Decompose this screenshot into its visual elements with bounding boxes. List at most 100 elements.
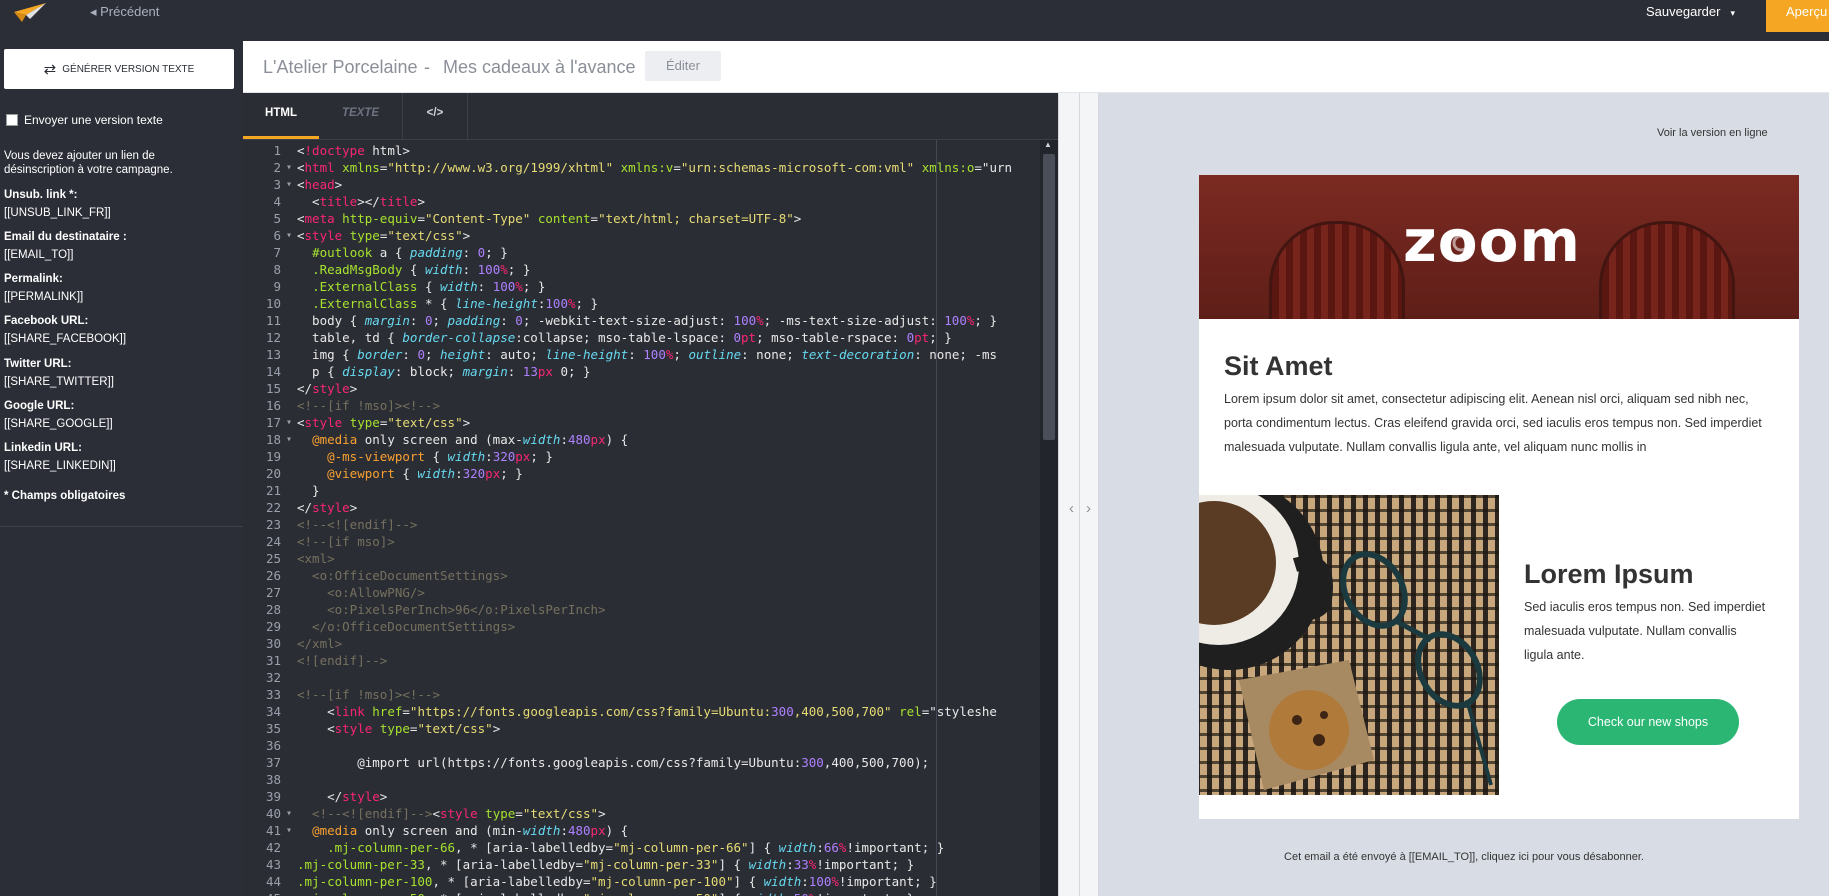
code-line[interactable]: .mj-column-per-100, * [aria-labelledby="… xyxy=(297,873,937,890)
code-line[interactable]: <!--<![endif]--> xyxy=(297,516,417,533)
send-text-version-option[interactable]: Envoyer une version texte xyxy=(6,113,163,127)
editor-scrollbar[interactable]: ▲ xyxy=(1040,140,1058,896)
line-number: 30 xyxy=(265,636,281,651)
code-line[interactable]: @media only screen and (min-width:480px)… xyxy=(297,822,628,839)
code-line[interactable]: .mj-column-per-33, * [aria-labelledby="m… xyxy=(297,856,914,873)
field-value-email[interactable]: [[EMAIL_TO]] xyxy=(4,249,73,261)
scroll-up-icon[interactable]: ▲ xyxy=(1044,140,1052,149)
code-line[interactable]: <!doctype html> xyxy=(297,142,410,159)
code-line[interactable]: .mj-column-per-66, * [aria-labelledby="m… xyxy=(297,839,944,856)
code-line[interactable]: <style type="text/css"> xyxy=(297,227,470,244)
code-line[interactable]: <style type="text/css"> xyxy=(297,414,470,431)
code-line[interactable]: </style> xyxy=(297,380,357,397)
chevron-right-icon[interactable]: › xyxy=(1086,500,1091,517)
field-label-twitter: Twitter URL: xyxy=(4,358,72,370)
code-line[interactable]: <style type="text/css"> xyxy=(297,720,500,737)
fold-toggle-icon[interactable]: ▾ xyxy=(286,162,292,173)
fold-toggle-icon[interactable]: ▾ xyxy=(286,808,292,819)
field-value-google[interactable]: [[SHARE_GOOGLE]] xyxy=(4,418,113,430)
code-line[interactable]: @viewport { width:320px; } xyxy=(297,465,523,482)
line-number: 22 xyxy=(265,500,281,515)
fold-toggle-icon[interactable]: ▾ xyxy=(286,179,292,190)
code-line[interactable]: .mj-column-per-50, * [aria-labelledby="m… xyxy=(297,890,914,896)
code-line[interactable]: .ReadMsgBody { width: 100%; } xyxy=(297,261,530,278)
scrollbar-thumb[interactable] xyxy=(1043,154,1055,440)
line-number: 15 xyxy=(265,381,281,396)
code-line[interactable]: <link href="https://fonts.googleapis.com… xyxy=(297,703,997,720)
campaign-header: L'Atelier Porcelaine - Mes cadeaux à l'a… xyxy=(243,41,1829,93)
code-line[interactable]: <html xmlns="http://www.w3.org/1999/xhtm… xyxy=(297,159,1012,176)
view-online-link[interactable]: Voir la version en ligne xyxy=(1657,127,1768,139)
code-line[interactable]: </style> xyxy=(297,499,357,516)
code-line[interactable]: <!--[if !mso]><!--> xyxy=(297,686,440,703)
left-sidebar: ⇄ GÉNÉRER VERSION TEXTE Envoyer une vers… xyxy=(0,41,243,896)
code-line[interactable]: } xyxy=(297,482,320,499)
chevron-left-icon[interactable]: ‹ xyxy=(1069,500,1074,517)
code-line[interactable]: <o:AllowPNG/> xyxy=(297,584,425,601)
code-line[interactable]: <!--[if mso]> xyxy=(297,533,395,550)
code-area[interactable]: 1 2 ▾ 3 ▾ 4 5 6 ▾ 7 8 9 10 11 12 13 14 15 16 17 ▾ 18 ▾ 19 20 21 22… xyxy=(243,140,1040,896)
tab-html[interactable]: HTML xyxy=(243,93,319,139)
code-line[interactable]: body { margin: 0; padding: 0; -webkit-te… xyxy=(297,312,997,329)
code-line[interactable]: <xml> xyxy=(297,550,335,567)
app-logo-icon[interactable] xyxy=(12,2,48,24)
code-line[interactable]: <o:PixelsPerInch>96</o:PixelsPerInch> xyxy=(297,601,605,618)
tab-text[interactable]: TEXTE xyxy=(319,93,403,139)
code-line[interactable]: </xml> xyxy=(297,635,342,652)
field-label-email: Email du destinataire : xyxy=(4,231,127,243)
field-value-permalink[interactable]: [[PERMALINK]] xyxy=(4,291,83,303)
code-line[interactable]: p { display: block; margin: 13px 0; } xyxy=(297,363,591,380)
code-line[interactable]: @-ms-viewport { width:320px; } xyxy=(297,448,553,465)
line-number: 28 xyxy=(265,602,281,617)
preview-button[interactable]: Aperçu xyxy=(1766,0,1829,32)
code-line[interactable]: </style> xyxy=(297,788,387,805)
code-line[interactable]: #outlook a { padding: 0; } xyxy=(297,244,508,261)
field-value-unsub[interactable]: [[UNSUB_LINK_FR]] xyxy=(4,207,111,219)
back-link[interactable]: ◂ Précédent xyxy=(90,4,159,20)
code-line[interactable]: @import url(https://fonts.googleapis.com… xyxy=(297,754,929,771)
line-number: 27 xyxy=(265,585,281,600)
code-editor: HTML TEXTE </> 1 2 ▾ 3 ▾ 4 5 6 ▾ 7 8 9 10 11 12 13 14 15 1… xyxy=(243,93,1058,896)
unsubscribe-footer-note[interactable]: Cet email a été envoyé à [[EMAIL_TO]], c… xyxy=(1099,851,1829,863)
line-number: 45 xyxy=(243,890,281,896)
print-margin-ruler xyxy=(936,140,937,896)
code-line[interactable]: <o:OfficeDocumentSettings> xyxy=(297,567,508,584)
code-line[interactable]: <title></title> xyxy=(297,193,425,210)
section1-body: Lorem ipsum dolor sit amet, consectetur … xyxy=(1224,392,1762,454)
code-line[interactable]: <!--<![endif]--><style type="text/css"> xyxy=(297,805,606,822)
required-fields-note: * Champs obligatoires xyxy=(4,490,126,502)
code-line[interactable]: .ExternalClass { width: 100%; } xyxy=(297,278,545,295)
line-number: 2 xyxy=(273,160,281,175)
pane-splitter[interactable]: ‹ › xyxy=(1058,93,1099,896)
code-line[interactable]: <head> xyxy=(297,176,342,193)
code-lines[interactable]: <!doctype html> <html xmlns="http://www.w… xyxy=(297,140,1040,896)
code-line[interactable]: @media only screen and (max-width:480px)… xyxy=(297,431,628,448)
campaign-subject: Mes cadeaux à l'avance xyxy=(443,57,636,77)
fold-toggle-icon[interactable]: ▾ xyxy=(286,230,292,241)
coffee-glasses-image xyxy=(1199,495,1499,795)
code-line[interactable]: .ExternalClass * { line-height:100%; } xyxy=(297,295,598,312)
code-line[interactable]: img { border: 0; height: auto; line-heig… xyxy=(297,346,997,363)
line-number: 17 xyxy=(265,415,281,430)
edit-campaign-button[interactable]: Éditer xyxy=(645,51,721,81)
field-value-facebook[interactable]: [[SHARE_FACEBOOK]] xyxy=(4,333,126,345)
fold-toggle-icon[interactable]: ▾ xyxy=(286,825,292,836)
field-value-linkedin[interactable]: [[SHARE_LINKEDIN]] xyxy=(4,460,116,472)
generate-text-version-button[interactable]: ⇄ GÉNÉRER VERSION TEXTE xyxy=(4,49,234,89)
send-text-version-checkbox[interactable] xyxy=(6,114,18,126)
code-line[interactable]: <meta http-equiv="Content-Type" content=… xyxy=(297,210,801,227)
save-dropdown[interactable]: Sauvegarder ▾ xyxy=(1646,4,1735,19)
generate-text-version-label: GÉNÉRER VERSION TEXTE xyxy=(62,63,195,75)
hero-shutter-right xyxy=(1599,221,1735,319)
code-line[interactable]: <![endif]--> xyxy=(297,652,387,669)
code-line[interactable]: </o:OfficeDocumentSettings> xyxy=(297,618,515,635)
field-value-twitter[interactable]: [[SHARE_TWITTER]] xyxy=(4,376,114,388)
fold-toggle-icon[interactable]: ▾ xyxy=(286,434,292,445)
field-label-facebook: Facebook URL: xyxy=(4,315,89,327)
fold-toggle-icon[interactable]: ▾ xyxy=(286,417,292,428)
tab-code-view[interactable]: </> xyxy=(403,93,468,139)
code-line[interactable]: <!--[if !mso]><!--> xyxy=(297,397,440,414)
check-shops-button[interactable]: Check our new shops xyxy=(1557,699,1739,745)
swap-arrows-icon: ⇄ xyxy=(43,61,57,78)
code-line[interactable]: table, td { border-collapse:collapse; ms… xyxy=(297,329,952,346)
